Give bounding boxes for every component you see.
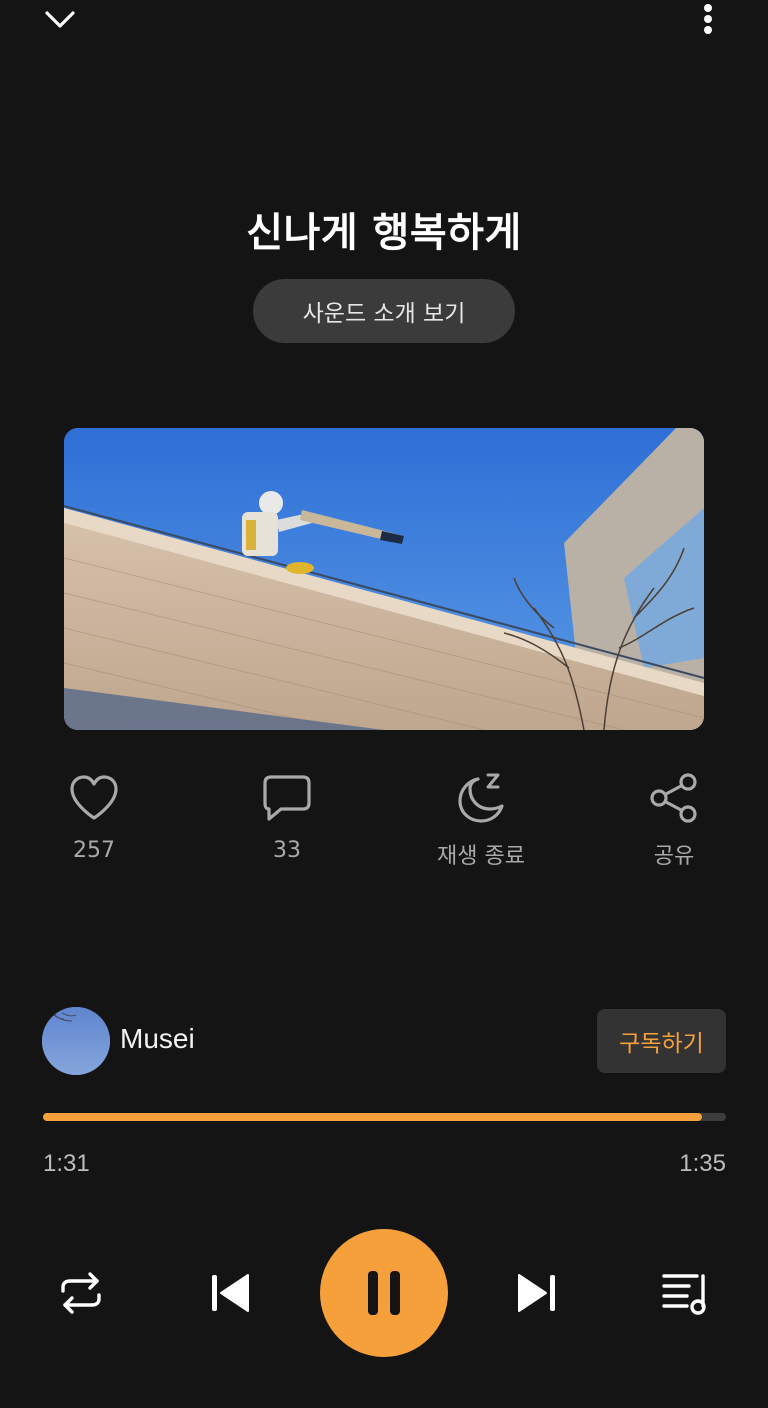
heart-icon [70,775,118,820]
share-icon [650,773,697,823]
share-button[interactable]: 공유 [599,770,749,870]
skip-previous-icon [212,1274,249,1312]
collapse-button[interactable] [32,0,88,48]
repeat-button[interactable] [41,1253,121,1333]
pause-icon [368,1271,400,1315]
previous-button[interactable] [190,1253,270,1333]
comment-icon [263,775,311,821]
current-time: 1:31 [43,1150,90,1177]
more-options-button[interactable] [680,0,736,48]
skip-next-icon [518,1274,555,1312]
sleep-timer-button[interactable]: 재생 종료 [406,770,556,870]
avatar[interactable] [42,1007,110,1075]
pause-button[interactable] [320,1229,448,1357]
creator-name[interactable]: Musei [120,1023,195,1055]
comment-button[interactable]: 33 [212,770,362,863]
sound-intro-button[interactable]: 사운드 소개 보기 [253,279,515,343]
chevron-down-icon [45,11,75,28]
progress-bar[interactable] [43,1113,726,1121]
track-title: 신나게 행복하게 [246,210,522,256]
total-time: 1:35 [679,1150,726,1177]
repeat-icon [61,1272,101,1314]
subscribe-button[interactable]: 구독하기 [597,1009,726,1073]
progress-fill [43,1113,703,1121]
share-label: 공유 [653,844,695,869]
comment-count: 33 [273,838,301,863]
more-vertical-icon [704,4,712,34]
cover-image [64,428,704,730]
sleep-timer-label: 재생 종료 [437,844,525,869]
playlist-icon [662,1274,706,1315]
like-button[interactable]: 257 [19,770,169,863]
moon-sleep-icon [458,773,504,823]
like-count: 257 [73,838,115,863]
playlist-button[interactable] [646,1253,726,1333]
next-button[interactable] [497,1253,577,1333]
